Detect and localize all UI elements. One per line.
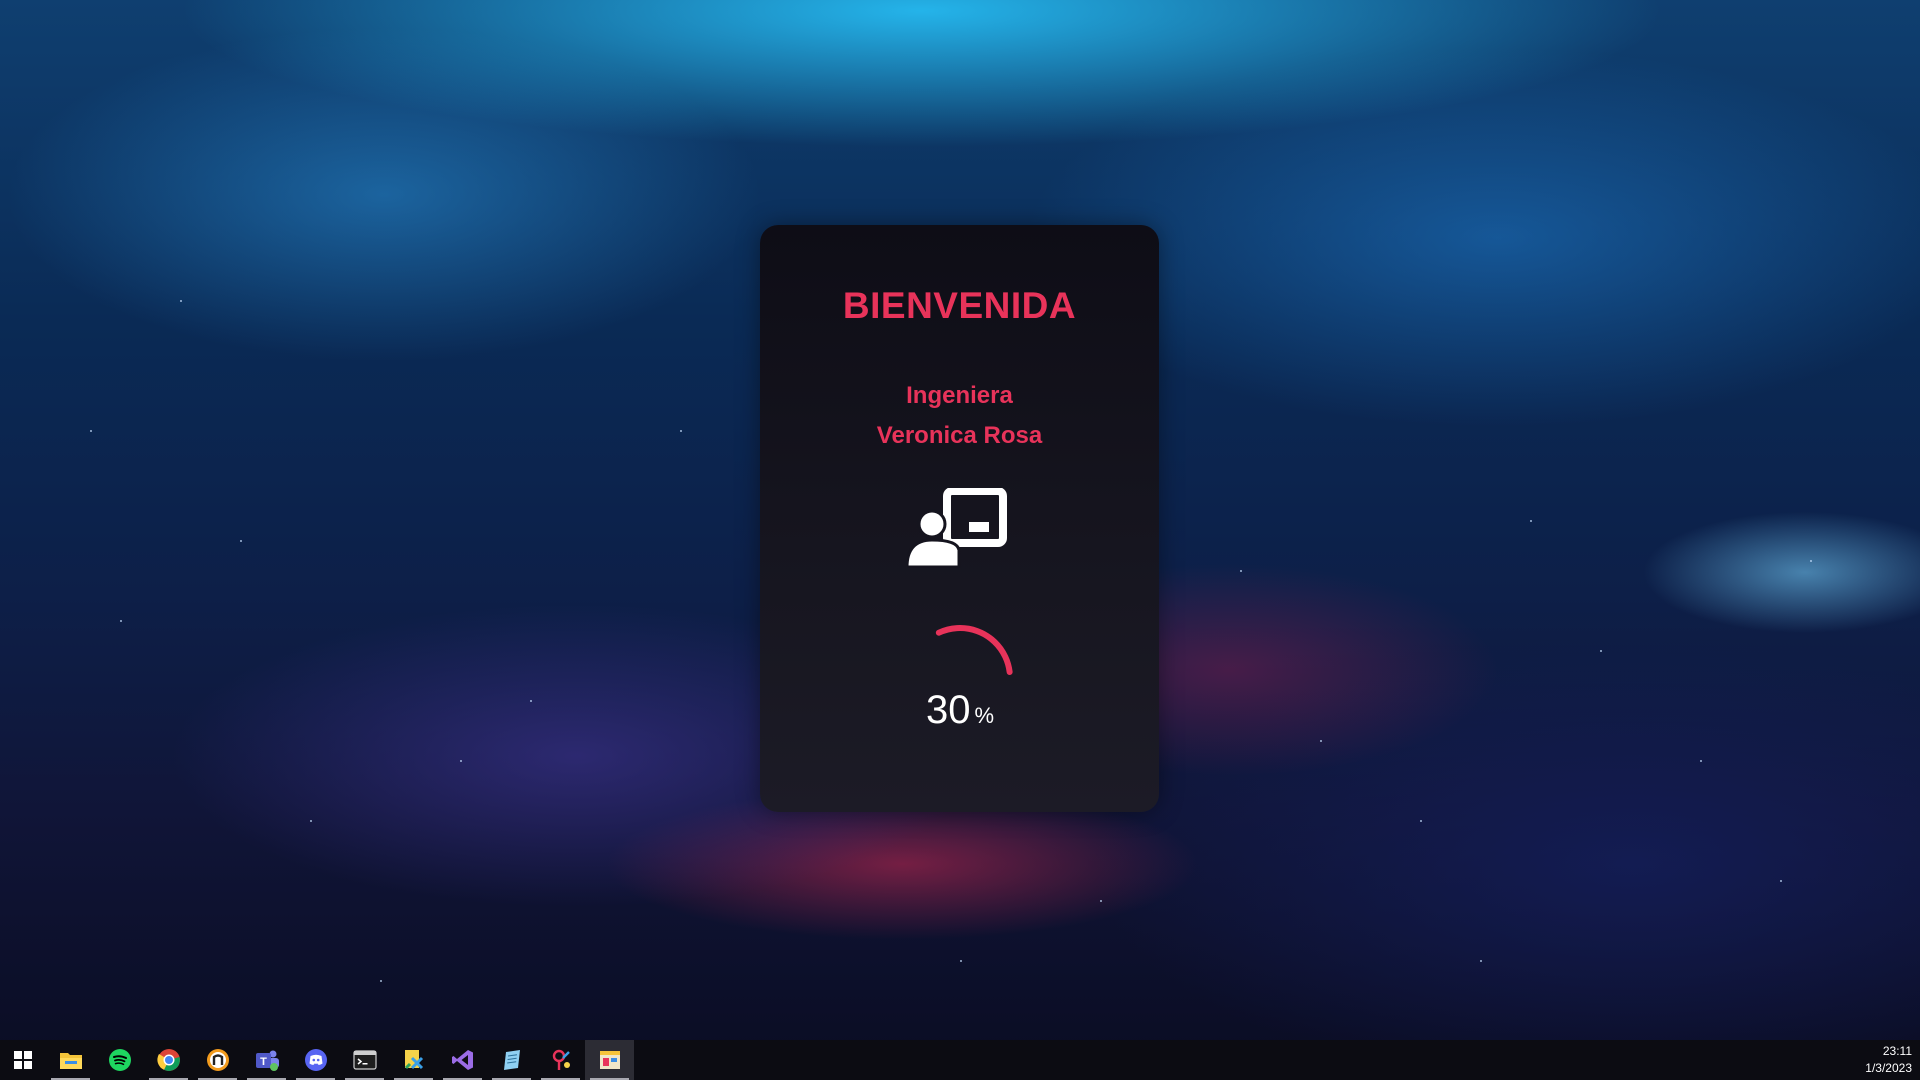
clock-time: 23:11 [1882,1044,1912,1058]
taskbar-app-discord[interactable] [291,1040,340,1080]
svg-text:T: T [260,1056,267,1068]
visual-studio-icon [451,1050,473,1070]
taskbar-app-active-window[interactable] [585,1040,634,1080]
taskbar-app-visual-studio[interactable] [438,1040,487,1080]
taskbar-app-spotify[interactable] [95,1040,144,1080]
file-explorer-icon [59,1053,82,1069]
taskbar-app-chrome[interactable] [144,1040,193,1080]
browser-n-icon [206,1049,229,1071]
spotify-icon [108,1049,131,1071]
system-clock[interactable]: 23:11 1/3/2023 [1865,1043,1912,1077]
progress-unit: % [974,703,995,728]
taskbar: T 23:11 1/3/2023 [0,1040,1920,1080]
card-role: Ingeniera [906,382,1013,409]
chrome-icon [156,1049,180,1071]
paint-tool-icon [552,1049,570,1070]
taskbar-app-paint-tool[interactable] [536,1040,585,1080]
taskbar-app-file-explorer[interactable] [46,1040,95,1080]
taskbar-app-code-editor[interactable] [389,1040,438,1080]
clock-date: 1/3/2023 [1865,1061,1912,1075]
start-button[interactable] [0,1040,46,1080]
taskbar-app-teams[interactable]: T [242,1040,291,1080]
taskbar-app-browser-n[interactable] [193,1040,242,1080]
code-editor-icon [404,1050,423,1070]
card-user-name: Veronica Rosa [876,422,1043,449]
progress-value: 30 [925,688,971,732]
card-title: BIENVENIDA [842,285,1077,326]
app-window-icon [599,1051,620,1069]
windows-logo-icon [14,1051,32,1069]
teacher-presentation-icon [907,488,1007,568]
discord-icon [304,1049,327,1071]
taskbar-app-terminal[interactable] [340,1040,389,1080]
welcome-card: BIENVENIDA Ingeniera Veronica Rosa 30% [760,225,1159,812]
progress-label: 30% [900,688,1020,733]
notepad-icon [503,1050,520,1070]
teams-icon: T [255,1050,279,1071]
taskbar-app-notepad[interactable] [487,1040,536,1080]
terminal-icon [352,1050,377,1070]
progress-indicator: 30% [900,618,1020,738]
